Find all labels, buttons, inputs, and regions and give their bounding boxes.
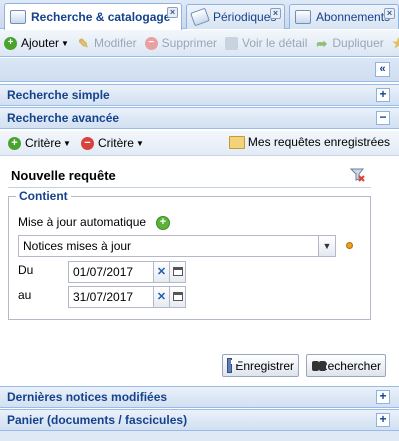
required-indicator-icon [346,242,353,249]
close-icon[interactable]: × [270,8,281,19]
pencil-icon: ✎ [78,35,89,51]
title-divider [8,187,371,188]
calendar-icon[interactable] [169,262,185,282]
duplicate-label: Dupliquer [332,36,384,50]
to-date-value: 31/07/2017 [73,290,134,304]
folder-icon [228,135,245,149]
from-label: Du [18,263,34,277]
add-icon[interactable]: + [156,216,170,230]
add-label: Ajouter [21,36,60,50]
tab-label: Abonnements [316,10,391,24]
criterion-select[interactable]: Notices mises à jour ▼ [18,235,336,257]
edit-button[interactable]: ✎ Modifier [77,36,137,50]
tab-strip: Recherche & catalogage × Périodiques × A… [0,0,399,30]
expand-icon[interactable]: + [376,390,390,404]
save-icon [227,358,239,373]
from-date-field[interactable]: 01/07/2017 ✕ [68,261,186,283]
search-button[interactable]: Rechercher [306,354,386,377]
expand-icon[interactable]: + [376,88,390,102]
from-date-value: 01/07/2017 [73,265,134,279]
panel-advanced-search[interactable]: Recherche avancée − [0,107,399,129]
delete-label: Supprimer [161,36,217,50]
delete-button[interactable]: − Supprimer [144,36,217,50]
view-icon [225,36,238,50]
add-icon: + [8,136,21,150]
query-area: Nouvelle requête Contient Mise à jour au… [0,157,399,385]
to-label: au [18,288,32,302]
edit-label: Modifier [93,36,137,50]
criteria-toolbar: + Critère ▼ − Critère ▼ Mes requêtes enr… [0,131,399,156]
panel-cart[interactable]: Panier (documents / fascicules) + [0,409,399,431]
view-label: Voir le détail [242,36,308,50]
saved-queries-button[interactable]: Mes requêtes enregistrées [228,135,390,149]
panel-title: Recherche simple [7,88,110,102]
tab-abonnements[interactable]: Abonnements × [289,4,399,29]
add-icon: + [4,36,17,50]
duplicate-icon: ➦ [316,35,328,51]
remove-icon: − [80,136,94,150]
tab-label: Périodiques [213,10,277,24]
tab-label: Recherche & catalogage [31,10,171,24]
clear-icon[interactable]: ✕ [153,262,169,282]
close-icon[interactable]: × [384,8,395,19]
search-label: Rechercher [318,358,381,373]
auto-update-label: Mise à jour automatique [18,215,147,229]
collapse-panel-icon[interactable]: « [375,62,390,77]
tag-icon [190,7,210,27]
remove-criterion-button[interactable]: − Critère ▼ [80,136,144,150]
chevron-down-icon: ▼ [63,138,71,148]
panel-title: Recherche avancée [7,111,120,125]
binoculars-icon [311,359,326,372]
tab-periodiques[interactable]: Périodiques × [186,4,285,29]
close-icon[interactable]: × [167,7,178,18]
add-button[interactable]: + Ajouter ▼ [4,36,69,50]
duplicate-button[interactable]: ➦ Dupliquer [315,36,383,50]
subscription-icon [295,10,311,24]
catalog-icon [10,10,26,24]
fieldset-legend: Contient [16,189,71,203]
chevron-down-icon[interactable]: ▼ [318,236,335,256]
chevron-down-icon: ▼ [135,138,144,148]
collapse-icon[interactable]: − [376,111,390,125]
panel-title: Dernières notices modifiées [7,390,168,404]
save-label: Enregistrer [235,358,294,373]
panel-simple-search[interactable]: Recherche simple + [0,84,399,106]
tab-recherche-catalogage[interactable]: Recherche & catalogage × [4,3,182,30]
chevron-down-icon: ▼ [61,38,69,48]
add-criterion-label: Critère [25,136,62,150]
view-detail-button[interactable]: Voir le détail [225,36,307,50]
query-title: Nouvelle requête [11,168,116,183]
save-button[interactable]: Enregistrer [222,354,299,377]
clear-filter-icon[interactable] [349,166,366,183]
saved-queries-label: Mes requêtes enregistrées [247,135,390,149]
calendar-icon[interactable] [169,287,185,307]
criterion-select-value: Notices mises à jour [23,239,132,253]
delete-icon: − [144,36,158,50]
panel-title: Panier (documents / fascicules) [7,413,188,427]
star-button[interactable]: ★ [392,36,399,50]
contains-fieldset: Contient Mise à jour automatique + Notic… [8,189,371,320]
panel-recent-notices[interactable]: Dernières notices modifiées + [0,386,399,408]
main-toolbar: + Ajouter ▼ ✎ Modifier − Supprimer Voir … [0,30,399,57]
clear-icon[interactable]: ✕ [153,287,169,307]
to-date-field[interactable]: 31/07/2017 ✕ [68,286,186,308]
expand-icon[interactable]: + [376,413,390,427]
bottom-area [0,431,399,441]
star-icon: ★ [392,36,399,50]
remove-criterion-label: Critère [97,136,134,150]
add-criterion-button[interactable]: + Critère ▼ [8,136,71,150]
collapse-strip: « [0,58,399,82]
